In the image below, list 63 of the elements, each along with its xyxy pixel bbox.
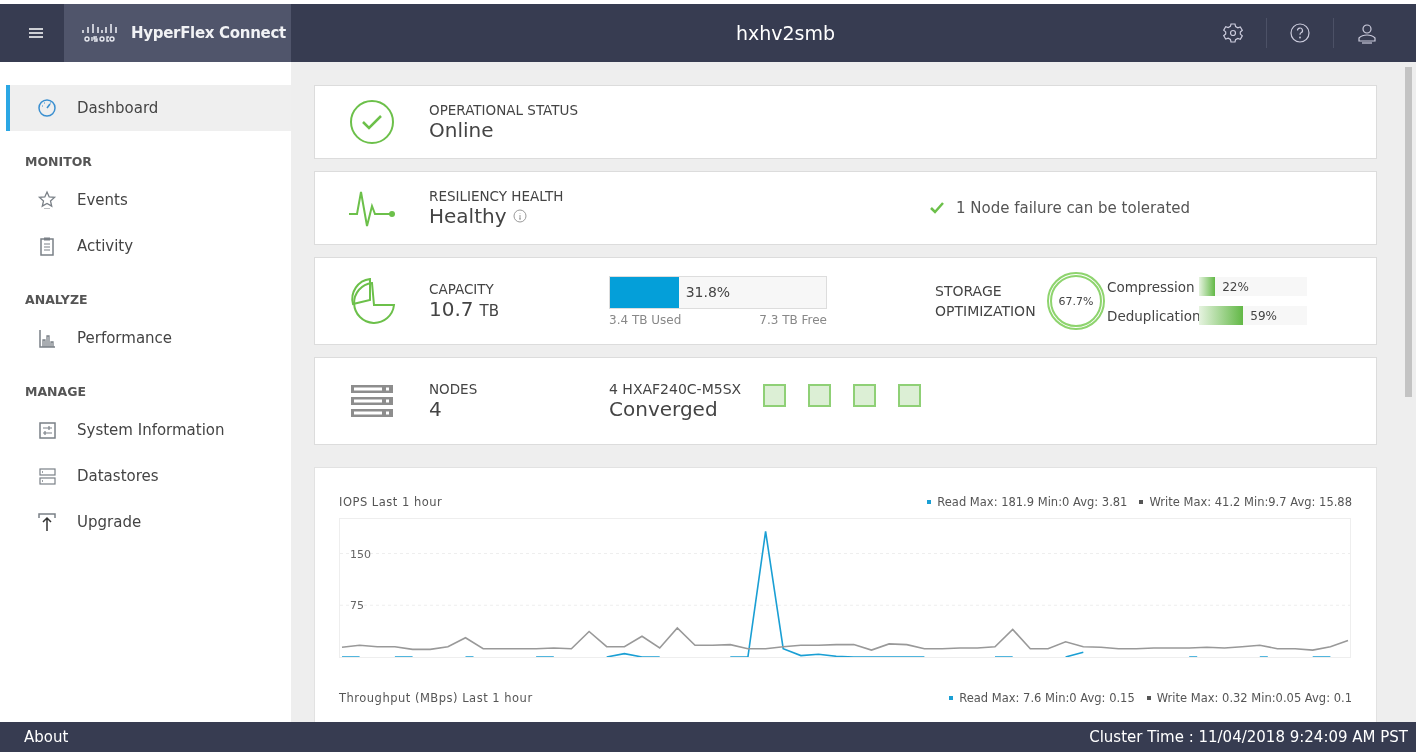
bar-chart-icon: [37, 328, 57, 348]
about-link[interactable]: About: [24, 728, 69, 746]
upload-icon: [37, 512, 57, 532]
capacity-value: 10.7: [429, 297, 474, 321]
check-circle-icon: [349, 99, 395, 145]
legend-text: Read Max: 7.6 Min:0 Avg: 0.15: [959, 691, 1135, 705]
card-label: RESILIENCY HEALTH: [429, 188, 564, 204]
storage-icon: [37, 466, 57, 486]
section-heading: ANALYZE: [24, 291, 89, 309]
status-value: Online: [429, 118, 495, 142]
pie-chart-icon: [348, 277, 396, 325]
gauge-icon: [37, 98, 57, 118]
legend-text: Write Max: 41.2 Min:9.7 Avg: 15.88: [1149, 495, 1352, 509]
optimization-fill: [1199, 306, 1244, 325]
optimization-fill: [1199, 277, 1216, 296]
section-heading: MONITOR: [24, 153, 93, 171]
user-icon: [1356, 22, 1378, 44]
star-icon: [37, 190, 57, 210]
nav-item[interactable]: Upgrade: [6, 499, 291, 545]
legend-text: Read Max: 181.9 Min:0 Avg: 3.81: [937, 495, 1128, 509]
card-label: NODES: [429, 381, 479, 397]
scrollbar-thumb[interactable]: [1405, 67, 1412, 397]
used-label: 3.4 TB Used: [609, 312, 682, 327]
scrollbar[interactable]: [1398, 62, 1416, 722]
sliders-icon: [37, 420, 57, 440]
axis-tick-label: 75: [350, 599, 364, 613]
optimization-bar: 59%: [1199, 306, 1307, 325]
card-label: OPERATIONAL STATUS: [429, 102, 578, 118]
section-heading: MANAGE: [24, 383, 88, 401]
settings-icon: [1222, 22, 1244, 44]
chart-title: Throughput (MBps) Last 1 hour: [339, 691, 533, 705]
server-icon: [351, 384, 393, 418]
capacity-unit: TB: [479, 302, 499, 320]
app-name: HyperFlex Connect: [131, 24, 286, 42]
legend-text: Write Max: 0.32 Min:0.05 Avg: 0.1: [1156, 691, 1352, 705]
free-label: 7.3 TB Free: [759, 312, 827, 327]
optimization-ring: 67.7%: [1047, 272, 1105, 330]
nav-item[interactable]: Dashboard: [6, 85, 291, 131]
check-icon: [930, 202, 944, 214]
menu-icon: [28, 27, 43, 39]
tolerance-note: 1 Node failure can be tolerated: [956, 199, 1191, 217]
axis-tick-label: 150: [350, 547, 371, 561]
card-label: STORAGE OPTIMIZATION: [935, 281, 1037, 321]
nav-item[interactable]: Activity: [6, 223, 291, 269]
node-type: Converged: [609, 397, 719, 421]
health-value: Healthy: [429, 204, 507, 228]
chart-title: IOPS Last 1 hour: [339, 495, 443, 509]
nav-item[interactable]: System Information: [6, 407, 291, 453]
nav-item[interactable]: Performance: [6, 315, 291, 361]
bar-label: Compression: [1107, 278, 1196, 295]
card-label: CAPACITY: [429, 281, 495, 297]
node-count: 4: [429, 397, 443, 421]
cluster-name: hxhv2smb: [734, 22, 837, 44]
logo-icon: [81, 23, 119, 43]
bar-label: Deduplication: [1107, 307, 1199, 324]
help-icon: [1289, 22, 1311, 44]
clipboard-icon: [37, 236, 57, 256]
node-model: 4 HXAF240C-M5SX: [609, 381, 743, 397]
nav-item[interactable]: Events: [6, 177, 291, 223]
capacity-bar: 31.8%: [609, 275, 827, 309]
optimization-bar: 22%: [1199, 277, 1307, 296]
cluster-time: Cluster Time : 11/04/2018 9:24:09 AM PST: [1089, 728, 1408, 746]
nav-item[interactable]: Datastores: [6, 453, 291, 499]
